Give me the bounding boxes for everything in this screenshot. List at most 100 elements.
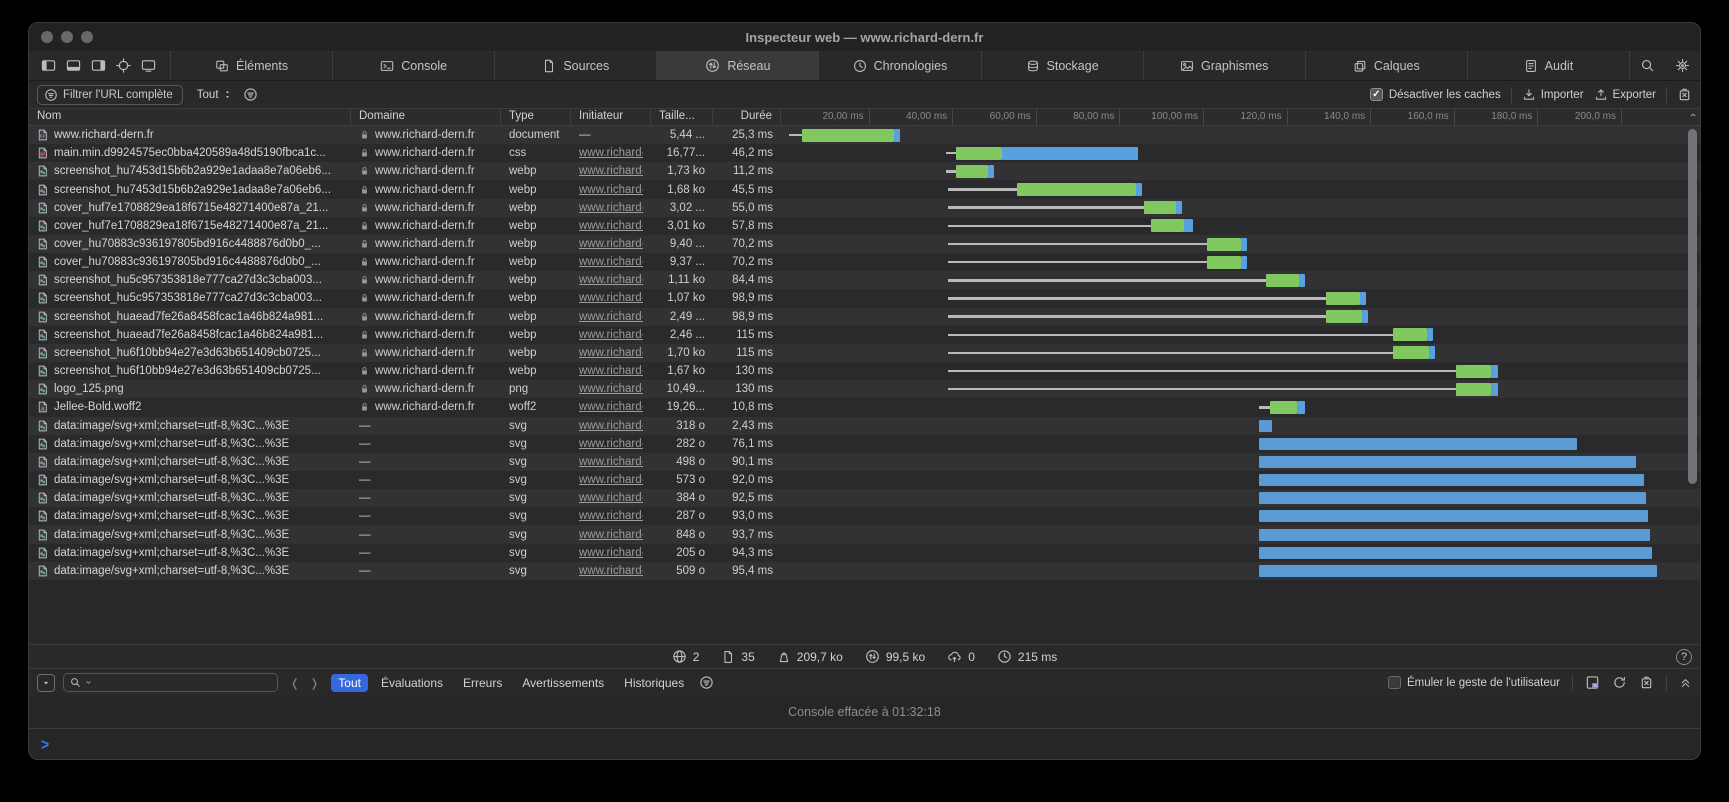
- table-row[interactable]: screenshot_huaead7fe26a8458fcac1a46b824a…: [29, 308, 1700, 326]
- disable-caches-checkbox[interactable]: ✓ Désactiver les caches: [1370, 88, 1501, 101]
- initiator-link[interactable]: www.richard-d...: [579, 456, 643, 468]
- table-row[interactable]: data:image/svg+xml;charset=utf-8,%3C...%…: [29, 525, 1700, 543]
- tab-graphismes[interactable]: Graphismes: [1144, 51, 1306, 80]
- table-row[interactable]: cover_huf7e1708829ea18f6715e48271400e87a…: [29, 199, 1700, 217]
- initiator-link[interactable]: www.richard-d...: [579, 238, 643, 250]
- tab-calques[interactable]: Calques: [1306, 51, 1468, 80]
- initiator-link[interactable]: www.richard-d...: [579, 565, 643, 577]
- column-header-initiator[interactable]: Initiateur: [571, 109, 651, 125]
- initiator-link[interactable]: www.richard-d...: [579, 474, 643, 486]
- table-row[interactable]: screenshot_hu7453d15b6b2a929e1adaa8e7a06…: [29, 180, 1700, 198]
- console-filter-icon[interactable]: [699, 675, 714, 690]
- initiator-link[interactable]: www.richard-d...: [579, 274, 643, 286]
- table-row[interactable]: screenshot_hu6f10bb94e27e3d63b651409cb07…: [29, 344, 1700, 362]
- initiator-link[interactable]: www.richard-d...: [579, 420, 643, 432]
- initiator-link[interactable]: www.richard-d...: [579, 438, 643, 450]
- initiator-link[interactable]: www.richard-d...: [579, 329, 643, 341]
- column-header-name[interactable]: Nom: [29, 109, 351, 125]
- dock-bottom-icon[interactable]: [66, 58, 81, 73]
- initiator-link[interactable]: www.richard-d...: [579, 547, 643, 559]
- initiator-link[interactable]: www.richard-d...: [579, 184, 643, 196]
- table-row[interactable]: cover_hu70883c936197805bd916c4488876d0b0…: [29, 235, 1700, 253]
- table-row[interactable]: data:image/svg+xml;charset=utf-8,%3C...%…: [29, 507, 1700, 525]
- dock-left-icon[interactable]: [41, 58, 56, 73]
- device-settings-icon[interactable]: [141, 58, 156, 73]
- initiator-link[interactable]: www.richard-d...: [579, 365, 643, 377]
- clear-console-icon[interactable]: [1639, 675, 1654, 690]
- console-scope-historiques[interactable]: Historiques: [617, 674, 691, 692]
- column-header-type[interactable]: Type: [501, 109, 571, 125]
- table-row[interactable]: cover_hu70883c936197805bd916c4488876d0b0…: [29, 253, 1700, 271]
- reload-icon[interactable]: [1612, 675, 1627, 690]
- console-prompt-row[interactable]: >: [29, 729, 1700, 759]
- table-row[interactable]: AJellee-Bold.woff2www.richard-dern.frwof…: [29, 398, 1700, 416]
- tab-elements[interactable]: Éléments: [171, 51, 333, 80]
- dock-right-icon[interactable]: [91, 58, 106, 73]
- search-button[interactable]: [1630, 51, 1665, 80]
- previous-result-button[interactable]: ❬: [290, 676, 300, 690]
- scroll-up-chevron-icon[interactable]: ⌃: [1688, 111, 1698, 125]
- waterfall-response-bar: [1266, 274, 1299, 287]
- initiator-link[interactable]: www.richard-d...: [579, 347, 643, 359]
- emulate-user-gesture-checkbox[interactable]: Émuler le geste de l'utilisateur: [1388, 676, 1560, 689]
- console-search-field[interactable]: [63, 673, 278, 692]
- tab-reseau[interactable]: Réseau: [657, 51, 819, 80]
- table-row[interactable]: main.min.d9924575ec0bba420589a48d5190fbc…: [29, 144, 1700, 162]
- vertical-scrollbar[interactable]: [1688, 129, 1697, 484]
- help-button[interactable]: ?: [1676, 649, 1692, 665]
- table-row[interactable]: data:image/svg+xml;charset=utf-8,%3C...%…: [29, 562, 1700, 580]
- console-scope-tout[interactable]: Tout: [331, 674, 368, 692]
- initiator-link[interactable]: www.richard-d...: [579, 529, 643, 541]
- table-row[interactable]: cover_huf7e1708829ea18f6715e48271400e87a…: [29, 217, 1700, 235]
- import-button[interactable]: Importer: [1522, 88, 1584, 102]
- initiator-link[interactable]: www.richard-d...: [579, 165, 643, 177]
- console-scope-evaluations[interactable]: Évaluations: [374, 674, 450, 692]
- tab-stockage[interactable]: Stockage: [982, 51, 1144, 80]
- table-row[interactable]: www.richard-dern.frwww.richard-dern.frdo…: [29, 126, 1700, 144]
- table-row[interactable]: screenshot_hu6f10bb94e27e3d63b651409cb07…: [29, 362, 1700, 380]
- column-header-size[interactable]: Taille...: [651, 109, 713, 125]
- table-row[interactable]: data:image/svg+xml;charset=utf-8,%3C...%…: [29, 471, 1700, 489]
- console-scope-erreurs[interactable]: Erreurs: [456, 674, 509, 692]
- initiator-link[interactable]: www.richard-d...: [579, 256, 643, 268]
- waterfall-wait-line: [946, 170, 956, 173]
- table-row[interactable]: data:image/svg+xml;charset=utf-8,%3C...%…: [29, 544, 1700, 562]
- image-file-icon: [37, 473, 49, 487]
- element-picker-icon[interactable]: [116, 58, 131, 73]
- tab-sources[interactable]: Sources: [495, 51, 657, 80]
- column-header-domain[interactable]: Domaine: [351, 109, 501, 125]
- initiator-link[interactable]: www.richard-d...: [579, 311, 643, 323]
- initiator-link[interactable]: www.richard-d...: [579, 510, 643, 522]
- console-picker-button[interactable]: [37, 674, 55, 692]
- filter-options-icon[interactable]: [243, 87, 258, 102]
- initiator-link[interactable]: www.richard-d...: [579, 292, 643, 304]
- initiator-link[interactable]: www.richard-d...: [579, 492, 643, 504]
- table-row[interactable]: data:image/svg+xml;charset=utf-8,%3C...%…: [29, 435, 1700, 453]
- table-row[interactable]: screenshot_hu5c957353818e777ca27d3c3cba0…: [29, 289, 1700, 307]
- table-row[interactable]: data:image/svg+xml;charset=utf-8,%3C...%…: [29, 489, 1700, 507]
- tab-audit[interactable]: Audit: [1468, 51, 1630, 80]
- table-row[interactable]: screenshot_huaead7fe26a8458fcac1a46b824a…: [29, 326, 1700, 344]
- type-filter-dropdown[interactable]: Tout: [193, 88, 233, 101]
- initiator-link[interactable]: www.richard-d...: [579, 202, 643, 214]
- show-javascript-icon[interactable]: JS: [1585, 675, 1600, 690]
- initiator-link[interactable]: www.richard-d...: [579, 383, 643, 395]
- table-row[interactable]: data:image/svg+xml;charset=utf-8,%3C...%…: [29, 453, 1700, 471]
- tab-chronologies[interactable]: Chronologies: [819, 51, 981, 80]
- table-row[interactable]: screenshot_hu5c957353818e777ca27d3c3cba0…: [29, 271, 1700, 289]
- column-header-duration[interactable]: Durée: [713, 109, 781, 125]
- next-result-button[interactable]: ❭: [310, 676, 320, 690]
- clear-network-items-icon[interactable]: [1677, 87, 1692, 102]
- initiator-link[interactable]: www.richard-d...: [579, 147, 643, 159]
- table-row[interactable]: screenshot_hu7453d15b6b2a929e1adaa8e7a06…: [29, 162, 1700, 180]
- console-scope-avertissements[interactable]: Avertissements: [515, 674, 611, 692]
- initiator-link[interactable]: www.richard-d...: [579, 220, 643, 232]
- collapse-console-icon[interactable]: [1679, 676, 1692, 689]
- export-button[interactable]: Exporter: [1594, 88, 1656, 102]
- settings-button[interactable]: [1665, 51, 1700, 80]
- initiator-link[interactable]: www.richard-d...: [579, 401, 643, 413]
- tab-console[interactable]: Console: [333, 51, 495, 80]
- table-row[interactable]: logo_125.pngwww.richard-dern.frpngwww.ri…: [29, 380, 1700, 398]
- table-row[interactable]: data:image/svg+xml;charset=utf-8,%3C...%…: [29, 417, 1700, 435]
- url-filter-field[interactable]: Filtrer l'URL complète: [37, 85, 183, 105]
